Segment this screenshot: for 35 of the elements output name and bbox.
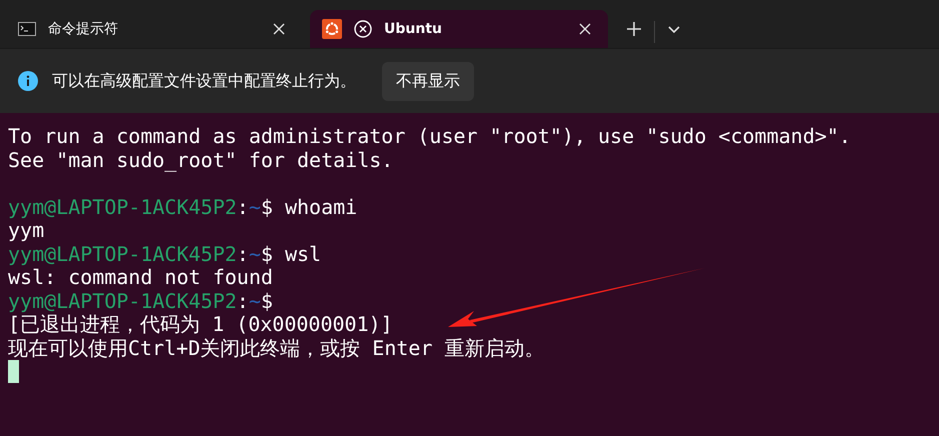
terminal-output: yym [8, 218, 44, 242]
terminal-output: 现在可以使用Ctrl+D关闭此终端，或按 Enter 重新启动。 [8, 336, 545, 360]
prompt-separator: : [236, 288, 249, 312]
info-message: 可以在高级配置文件设置中配置终止行为。 [52, 70, 356, 92]
prompt-path: ~ [248, 288, 261, 312]
prompt-path: ~ [248, 194, 261, 218]
prompt-symbol: $ [260, 194, 273, 218]
prompt-separator: : [236, 242, 249, 266]
prompt-path: ~ [248, 242, 261, 266]
close-icon [272, 22, 286, 36]
info-icon [18, 71, 38, 91]
terminal-icon [18, 22, 36, 36]
terminal-cursor [8, 360, 19, 383]
plus-icon [626, 21, 642, 37]
terminal-command: whoami [284, 194, 358, 218]
dismiss-button[interactable]: 不再显示 [382, 62, 474, 100]
chevron-down-icon [667, 24, 681, 34]
prompt-symbol: $ [260, 288, 273, 312]
terminal-output: [已退出进程，代码为 1 (0x00000001)] [8, 312, 393, 336]
terminal-output: wsl: command not found [8, 265, 273, 289]
tab[interactable]: 命令提示符 [6, 10, 302, 48]
tab[interactable]: Ubuntu [310, 10, 608, 48]
prompt-user-host: yym@LAPTOP-1ACK45P2 [8, 242, 237, 266]
prompt-symbol: $ [260, 242, 273, 266]
exited-icon [354, 20, 372, 38]
prompt-user-host: yym@LAPTOP-1ACK45P2 [8, 194, 237, 218]
tab-title: Ubuntu [384, 21, 443, 37]
circle-logo-icon [322, 19, 342, 39]
prompt-separator: : [236, 194, 249, 218]
close-icon [578, 22, 592, 36]
terminal-command: wsl [284, 242, 322, 266]
prompt-user-host: yym@LAPTOP-1ACK45P2 [8, 288, 237, 312]
terminal-output: To run a command as administrator (user "root"), use "sudo <command>". [8, 124, 851, 148]
terminal-output: See "man sudo_root" for details. [8, 148, 394, 172]
tab-title: 命令提示符 [48, 20, 119, 38]
